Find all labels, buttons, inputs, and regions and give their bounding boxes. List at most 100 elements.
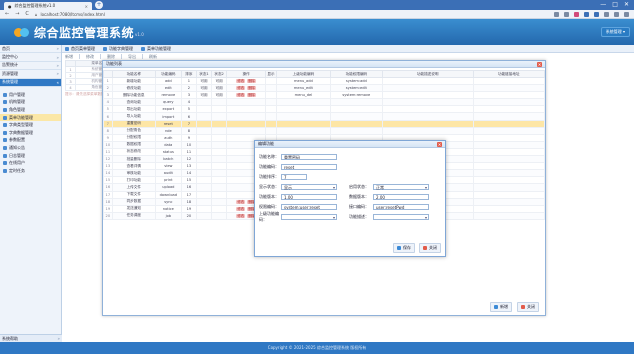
save-button[interactable]: 保存 — [393, 243, 415, 253]
reload-button[interactable]: C — [25, 11, 29, 17]
column-header[interactable]: 功能名称 — [111, 70, 156, 78]
row-number: 14 — [103, 169, 113, 178]
column-header[interactable]: 功能编码 — [154, 70, 182, 78]
sidebar-item-home[interactable]: 首页 » — [0, 45, 61, 54]
breadcrumb-item[interactable]: 菜单功能管理 — [141, 46, 171, 52]
dialog-titlebar[interactable]: 编辑功能 ✕ — [255, 141, 445, 148]
extension-icon[interactable] — [564, 11, 569, 17]
column-header[interactable]: 状态2 — [211, 70, 228, 78]
cell: 5 — [180, 105, 197, 114]
window-titlebar[interactable]: 功能列表 ✕ — [103, 61, 545, 68]
more-icon[interactable] — [624, 11, 629, 17]
column-header[interactable]: 上级功能编码 — [275, 70, 331, 78]
profile-icon[interactable] — [574, 11, 579, 17]
add-button[interactable]: 新增 — [65, 54, 73, 60]
sidebar-subitem[interactable]: 定时任务 — [0, 167, 61, 175]
close-window-button[interactable]: ✕ — [624, 1, 629, 8]
export-button[interactable]: 导出 — [128, 54, 136, 60]
edit-row-button[interactable]: 修改 — [236, 86, 246, 91]
table-row[interactable]: 5 导出功能 export 5 — [103, 105, 546, 114]
sidebar-help-item[interactable]: 系统帮助 » — [0, 334, 62, 342]
home-icon[interactable]: ⌂ — [35, 12, 38, 17]
back-button[interactable]: ← — [5, 11, 9, 17]
column-header[interactable]: 显示 — [265, 70, 277, 78]
sidebar-subitem[interactable]: 菜单功能管理 — [0, 113, 61, 122]
sidebar-item-monitor[interactable]: 监控中心 » — [0, 53, 61, 62]
sidebar-subitem[interactable]: 用户管理 — [0, 91, 61, 99]
sidebar-item-system[interactable]: 系统管理 « — [0, 78, 61, 87]
tab-close-icon[interactable]: × — [85, 4, 88, 9]
table-row[interactable]: 1 新增功能 add 1 可用 可用 修改 删除 menu_add system:add — [103, 76, 546, 86]
refresh-button[interactable]: 刷新 — [149, 54, 157, 60]
cell — [381, 112, 474, 121]
edit-row-button[interactable]: 修改 — [236, 93, 246, 98]
close-icon[interactable]: ✕ — [537, 61, 542, 67]
close-icon[interactable]: ✕ — [437, 141, 442, 147]
name-field[interactable]: 重置密码 — [281, 154, 337, 160]
edit-row-button[interactable]: 修改 — [236, 206, 246, 211]
sidebar-item-resource[interactable]: 资源管理 » — [0, 70, 61, 79]
sidebar-subitem[interactable]: 通知公告 — [0, 144, 61, 152]
edit-button[interactable]: 修改 — [86, 54, 94, 60]
perm-field[interactable]: system:user:reset — [281, 204, 337, 210]
breadcrumb-item[interactable]: 首页菜单管理 — [65, 46, 95, 52]
edit-row-button[interactable]: 修改 — [236, 213, 246, 218]
add-button[interactable]: 新增 — [490, 302, 512, 312]
column-header[interactable]: 状态1 — [195, 70, 213, 78]
cell: export — [154, 105, 182, 114]
table-row[interactable]: 8 分配角色 role 8 — [103, 126, 546, 135]
column-header[interactable]: 功能链接地址 — [472, 70, 546, 78]
data-version-field[interactable]: 2.00 — [373, 194, 429, 200]
sidebar-subitem[interactable]: 字典类型管理 — [0, 121, 61, 129]
table-row[interactable]: 3 删除功能信息 remove 3 可用 可用 修改 删除 menu_del system:rem… — [103, 91, 546, 100]
table-row[interactable]: 7 重置密码 reset 7 — [103, 119, 546, 128]
menu-icon[interactable] — [604, 11, 609, 17]
desc-select[interactable] — [373, 214, 429, 220]
table-row[interactable]: 4 查询功能 query 4 — [103, 98, 546, 107]
sync-icon[interactable] — [584, 11, 589, 17]
code-field[interactable]: reset — [281, 164, 337, 170]
sidebar-subitem[interactable]: 字典数据管理 — [0, 129, 61, 137]
forward-button[interactable]: → — [15, 11, 19, 17]
cell — [195, 133, 213, 142]
maximize-button[interactable]: □ — [612, 1, 618, 8]
delete-row-button[interactable]: 删除 — [247, 93, 256, 98]
close-button[interactable]: 关闭 — [517, 302, 539, 312]
sidebar-subitem[interactable]: 机构管理 — [0, 99, 61, 107]
sidebar-item-alarm[interactable]: 告警统计 » — [0, 62, 61, 71]
parent-select[interactable] — [281, 214, 337, 220]
status-select[interactable]: 显示 — [281, 184, 337, 190]
settings-icon[interactable] — [594, 11, 599, 17]
sort-field[interactable]: 7 — [281, 174, 307, 180]
download-icon[interactable] — [614, 11, 619, 17]
table-row[interactable]: 2 修改功能 edit 2 可用 可用 修改 删除 menu_edit system:edit — [103, 84, 546, 93]
delete-row-button[interactable]: 删除 — [247, 79, 256, 84]
star-icon[interactable] — [554, 11, 559, 17]
new-tab-button[interactable]: + — [95, 1, 103, 9]
column-header[interactable]: 排序 — [180, 70, 197, 78]
sidebar-subitem[interactable]: 在线用户 — [0, 159, 61, 167]
sidebar-subitem-label: 字典数据管理 — [9, 129, 33, 135]
breadcrumb-item[interactable]: 功能字典管理 — [103, 46, 133, 52]
enable-select[interactable]: 正常 — [373, 184, 429, 190]
delete-button[interactable]: 删除 — [107, 54, 115, 60]
edit-row-button[interactable]: 修改 — [236, 199, 246, 204]
delete-row-button[interactable]: 删除 — [247, 86, 256, 91]
sidebar-subitem[interactable]: 日志管理 — [0, 152, 61, 160]
url-field[interactable]: ⌂ localhost:7080/ltcms/index.html — [35, 12, 105, 17]
browser-tab[interactable]: ● 综合监控管理系统v1.0 × — [4, 2, 92, 10]
user-menu-button[interactable]: 系统管理 ▾ — [600, 27, 630, 37]
table-row[interactable]: 6 导入功能 import 6 — [103, 112, 546, 121]
edit-row-button[interactable]: 修改 — [236, 79, 246, 84]
api-field[interactable]: user:resetPwd — [373, 204, 429, 210]
sidebar-subitem[interactable]: 参数配置 — [0, 137, 61, 145]
version-field[interactable]: 1.00 — [281, 194, 337, 200]
cancel-button[interactable]: 关闭 — [419, 243, 441, 253]
column-header[interactable]: 功能描述说明 — [381, 70, 474, 78]
minimize-button[interactable]: — — [600, 1, 606, 8]
column-header[interactable]: 功能权限编码 — [329, 70, 383, 78]
org-icon — [3, 100, 7, 105]
cell — [472, 190, 546, 199]
sidebar-subitem[interactable]: 角色管理 — [0, 106, 61, 114]
row-number: 4 — [103, 98, 113, 107]
